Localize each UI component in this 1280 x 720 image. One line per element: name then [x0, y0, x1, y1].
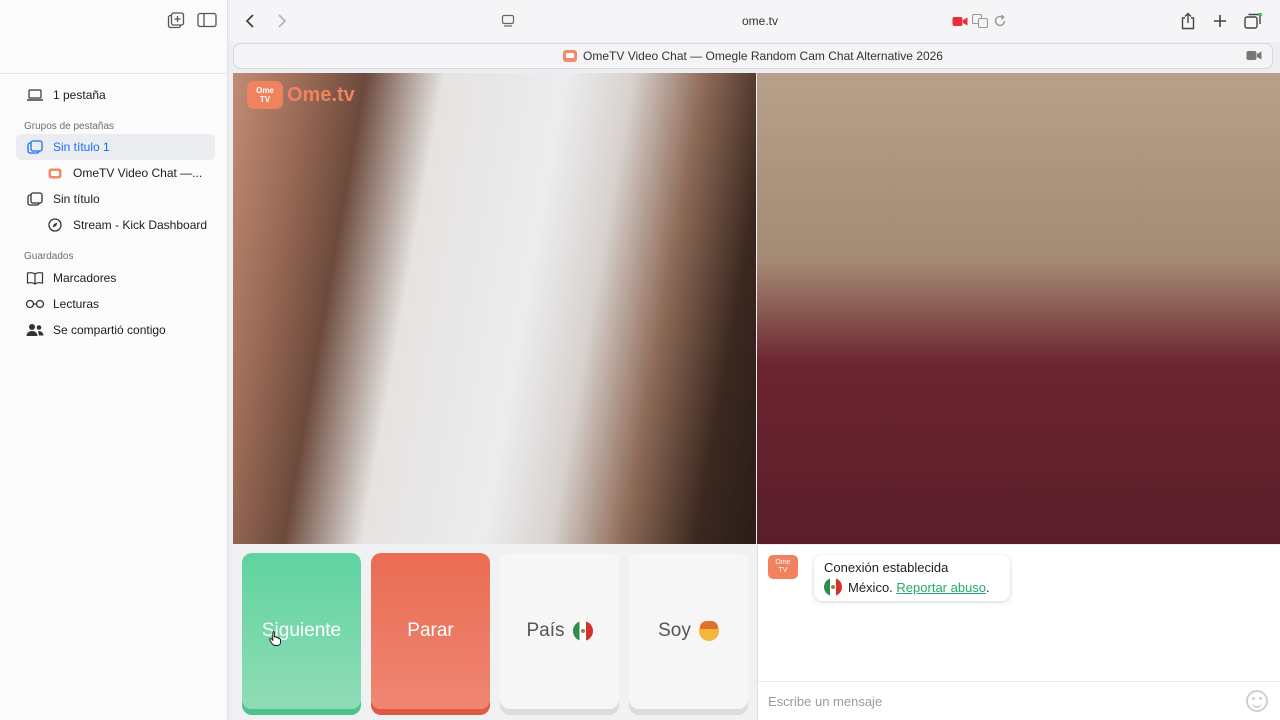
active-tab[interactable]: OmeTV Video Chat — Omegle Random Cam Cha… — [233, 43, 1273, 69]
laptop-icon — [24, 87, 46, 103]
logo-text: Ome.tv — [287, 83, 355, 106]
book-icon — [24, 270, 46, 286]
tab-overview-icon[interactable] — [1243, 11, 1263, 31]
sidebar-item-label: Marcadores — [53, 271, 117, 285]
avatar-line1: Ome — [775, 559, 791, 566]
tab-group-icon — [24, 191, 46, 207]
boy-emoji-icon — [698, 621, 719, 641]
sidebar-item-group-sin-titulo[interactable]: Sin título — [16, 186, 215, 212]
chat-panel: Ome TV Conexión establecida México. Repo… — [757, 545, 1280, 720]
ometv-favicon-icon — [563, 50, 578, 62]
gender-button[interactable]: Soy — [629, 553, 748, 709]
compass-icon — [44, 217, 66, 233]
pointer-cursor-icon — [269, 631, 281, 646]
sidebar-item-reading-list[interactable]: Lecturas — [16, 291, 215, 317]
sidebar-item-label: Sin título 1 — [53, 140, 110, 154]
sidebar-item-label: Stream - Kick Dashboard — [73, 218, 208, 232]
tab-group-icon — [24, 139, 46, 155]
logo-badge-line1: Ome — [256, 86, 274, 95]
country-button-label: País — [526, 620, 565, 641]
sidebar-item-bookmarks[interactable]: Marcadores — [16, 265, 215, 291]
forward-icon[interactable] — [272, 11, 292, 31]
tab-title: OmeTV Video Chat — Omegle Random Cam Cha… — [583, 49, 943, 63]
next-button[interactable]: Siguiente — [242, 553, 361, 709]
stop-button[interactable]: Parar — [371, 553, 490, 709]
new-tab-plus-icon[interactable] — [1210, 11, 1230, 31]
message-input[interactable] — [768, 693, 1208, 709]
video-icon[interactable] — [1246, 50, 1262, 64]
browser-toolbar: ome.tv — [230, 0, 1280, 42]
shared-people-icon — [24, 322, 46, 338]
sidebar: 1 pestaña Grupos de pestañas Sin título … — [0, 0, 228, 720]
saved-header: Guardados — [24, 251, 74, 262]
translate-icon[interactable] — [970, 11, 990, 31]
sidebar-header — [0, 0, 227, 74]
ometv-avatar-icon: Ome TV — [768, 555, 798, 579]
country-name: México. — [848, 579, 893, 595]
controls-panel: Siguiente Parar País Soy — [233, 545, 756, 720]
gender-button-label: Soy — [658, 620, 691, 641]
report-abuse-link[interactable]: Reportar abuso — [896, 580, 986, 595]
avatar-line2: TV — [778, 567, 788, 574]
share-icon[interactable] — [1178, 11, 1198, 31]
reload-icon[interactable] — [990, 11, 1010, 31]
self-video — [757, 73, 1280, 544]
stop-button-label: Parar — [407, 620, 454, 641]
new-tab-group-icon[interactable] — [167, 12, 187, 30]
mexico-flag-icon — [572, 621, 593, 641]
sidebar-item-tab-kick[interactable]: Stream - Kick Dashboard — [16, 212, 215, 238]
sidebar-item-shared-with-you[interactable]: Se compartió contigo — [16, 317, 215, 343]
sidebar-item-group-sin-titulo-1[interactable]: Sin título 1 — [16, 134, 215, 160]
mexico-flag-icon — [824, 578, 842, 596]
sidebar-item-label: Se compartió contigo — [53, 323, 166, 337]
sidebar-item-tab-ometv[interactable]: OmeTV Video Chat —... — [16, 160, 215, 186]
ometv-logo-icon: Ome TV — [247, 81, 283, 109]
ometv-favicon-icon — [44, 165, 66, 181]
glasses-icon — [24, 296, 46, 312]
sidebar-item-label: OmeTV Video Chat —... — [73, 166, 203, 180]
sidebar-item-tab-count[interactable]: 1 pestaña — [16, 82, 215, 108]
report-suffix: . — [986, 579, 990, 595]
camera-in-use-icon[interactable] — [950, 11, 970, 31]
back-icon[interactable] — [240, 11, 260, 31]
address-bar-url[interactable]: ome.tv — [735, 14, 785, 28]
stranger-video: Ome TV Ome.tv — [233, 73, 756, 544]
emoji-icon[interactable] — [1246, 690, 1268, 712]
tab-groups-header: Grupos de pestañas — [24, 121, 115, 132]
sidebar-item-label: Sin título — [53, 192, 100, 206]
sidebar-toggle-icon[interactable] — [197, 12, 217, 30]
logo-badge-line2: TV — [259, 95, 271, 104]
message-bar — [758, 681, 1280, 720]
page-menu-icon[interactable] — [498, 11, 518, 31]
system-message: Conexión establecida México. Reportar ab… — [814, 555, 1010, 601]
connection-status: Conexión establecida — [824, 560, 949, 575]
ometv-logo: Ome TV Ome.tv — [247, 81, 355, 109]
sidebar-item-label: 1 pestaña — [53, 88, 106, 102]
sidebar-item-label: Lecturas — [53, 297, 100, 311]
country-button[interactable]: País — [500, 553, 619, 709]
